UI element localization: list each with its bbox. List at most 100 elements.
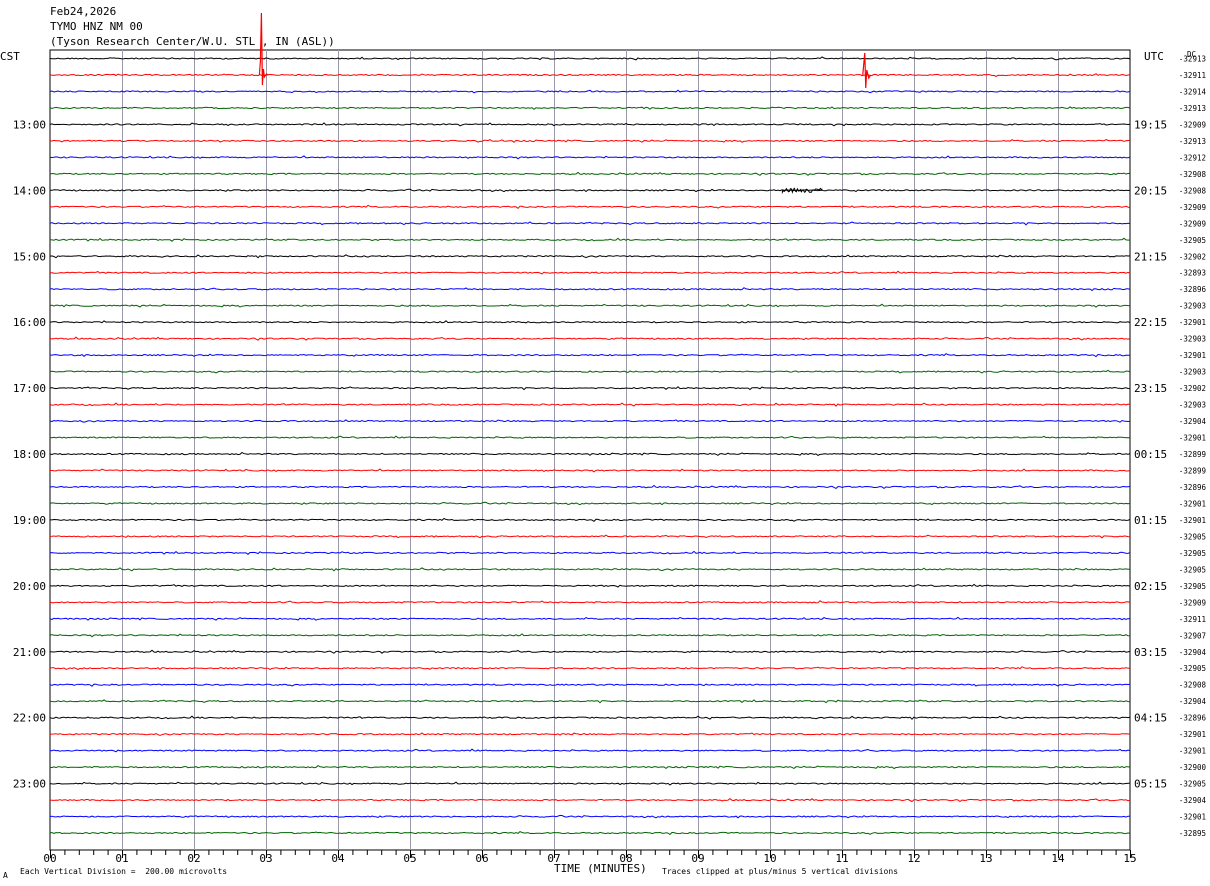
dc-offset-label: -32911	[1179, 71, 1206, 80]
trace-row	[49, 534, 1131, 539]
dc-offset-label: -32896	[1179, 285, 1207, 294]
dc-offset-label: -32896	[1179, 714, 1207, 723]
dc-offset-label: -32911	[1179, 615, 1206, 624]
trace-row	[49, 336, 1131, 341]
dc-offset-label: -32901	[1179, 516, 1206, 525]
left-hour-label: 17:00	[13, 382, 46, 395]
left-hour-label: 21:00	[13, 646, 46, 659]
dc-offset-label: -32902	[1179, 252, 1206, 261]
x-tick-label: 04	[331, 852, 345, 865]
trace-row	[49, 501, 1131, 506]
trace-row	[50, 517, 1131, 523]
trace-row	[50, 732, 1131, 736]
trace-row	[49, 649, 1131, 654]
x-tick-label: 14	[1051, 852, 1065, 865]
trace-row	[49, 781, 1131, 786]
dc-header-label: DC	[1187, 50, 1196, 59]
trace-row	[49, 666, 1131, 671]
dc-offset-label: -32901	[1179, 318, 1206, 327]
dc-offset-label: -32901	[1179, 351, 1206, 360]
dc-offset-label: -32909	[1179, 203, 1206, 212]
trace-row	[49, 254, 1131, 259]
x-tick-label: 10	[763, 852, 776, 865]
left-hour-label: 22:00	[13, 712, 46, 725]
x-tick-label: 03	[259, 852, 272, 865]
trace-row	[49, 221, 1131, 226]
dc-offset-label: -32903	[1179, 302, 1206, 311]
left-hour-label: 16:00	[13, 316, 46, 329]
event-spike	[258, 12, 269, 86]
left-hour-label: 15:00	[13, 250, 46, 263]
trace-row	[49, 73, 1131, 77]
dc-offset-label: -32904	[1179, 417, 1207, 426]
trace-row	[49, 89, 1131, 94]
x-tick-label: 02	[187, 852, 200, 865]
trace-row	[49, 419, 1131, 423]
dc-offset-label: -32904	[1179, 796, 1207, 805]
trace-row	[49, 106, 1131, 110]
trace-row	[49, 699, 1131, 704]
scale-note: Each Vertical Division = 200.00 microvol…	[20, 867, 228, 876]
trace-row	[50, 468, 1131, 473]
dc-offset-label: -32914	[1179, 87, 1207, 96]
dc-offset-label: -32904	[1179, 648, 1207, 657]
trace-row	[49, 320, 1131, 324]
dc-offset-label: -32905	[1179, 780, 1206, 789]
dc-offset-label: -32901	[1179, 499, 1206, 508]
dc-offset-label: -32896	[1179, 483, 1207, 492]
clip-note: Traces clipped at plus/minus 5 vertical …	[662, 867, 899, 876]
dc-offset-label: -32899	[1179, 466, 1206, 475]
trace-row	[50, 188, 1131, 193]
x-tick-label: 05	[403, 852, 416, 865]
trace-row	[49, 616, 1131, 621]
dc-offset-label: -32895	[1179, 829, 1206, 838]
dc-offset-label: -32904	[1179, 697, 1207, 706]
right-hour-label: 19:15	[1134, 118, 1167, 131]
dc-offset-label: -32905	[1179, 532, 1206, 541]
right-hour-label: 02:15	[1134, 580, 1167, 593]
trace-row	[49, 303, 1131, 308]
x-axis-title: TIME (MINUTES)	[554, 862, 647, 875]
trace-row	[49, 386, 1131, 391]
trace-row	[49, 633, 1131, 638]
right-hour-label: 21:15	[1134, 250, 1167, 263]
dc-offset-label: -32903	[1179, 335, 1206, 344]
x-tick-label: 12	[907, 852, 920, 865]
trace-row	[49, 435, 1131, 439]
trace-row	[49, 56, 1131, 61]
right-hour-label: 22:15	[1134, 316, 1167, 329]
x-tick-label: 09	[691, 852, 704, 865]
trace-row	[49, 270, 1131, 275]
right-hour-label: 05:15	[1134, 778, 1167, 791]
trace-row	[49, 204, 1131, 209]
right-hour-label: 01:15	[1134, 514, 1167, 527]
dc-offset-label: -32905	[1179, 565, 1206, 574]
dc-offset-label: -32905	[1179, 549, 1206, 558]
trace-row	[49, 451, 1131, 456]
trace-row	[49, 237, 1131, 242]
x-tick-label: 11	[835, 852, 848, 865]
trace-row	[49, 155, 1131, 160]
trace-row	[49, 600, 1131, 604]
left-hour-label: 13:00	[13, 118, 46, 131]
dc-offset-label: -32901	[1179, 813, 1206, 822]
plot-frame	[49, 49, 1131, 851]
dc-offset-label: -32901	[1179, 730, 1206, 739]
dc-offset-label: -32913	[1179, 104, 1206, 113]
right-hour-label: 04:15	[1134, 712, 1167, 725]
left-hour-label: 20:00	[13, 580, 46, 593]
dc-offset-label: -32908	[1179, 681, 1207, 690]
dc-offset-label: -32901	[1179, 747, 1206, 756]
dc-offset-label: -32902	[1179, 384, 1206, 393]
trace-row	[50, 353, 1131, 358]
trace-row	[49, 715, 1131, 720]
trace-row	[49, 764, 1131, 770]
x-tick-label: 13	[979, 852, 992, 865]
dc-offset-label: -32893	[1179, 269, 1206, 278]
dc-offset-label: -32907	[1179, 631, 1206, 640]
dc-offset-label: -32909	[1179, 120, 1206, 129]
dc-offset-label: -32900	[1179, 763, 1207, 772]
x-tick-label: 01	[115, 852, 128, 865]
corner-mark: A	[3, 871, 8, 880]
trace-row	[49, 550, 1131, 555]
